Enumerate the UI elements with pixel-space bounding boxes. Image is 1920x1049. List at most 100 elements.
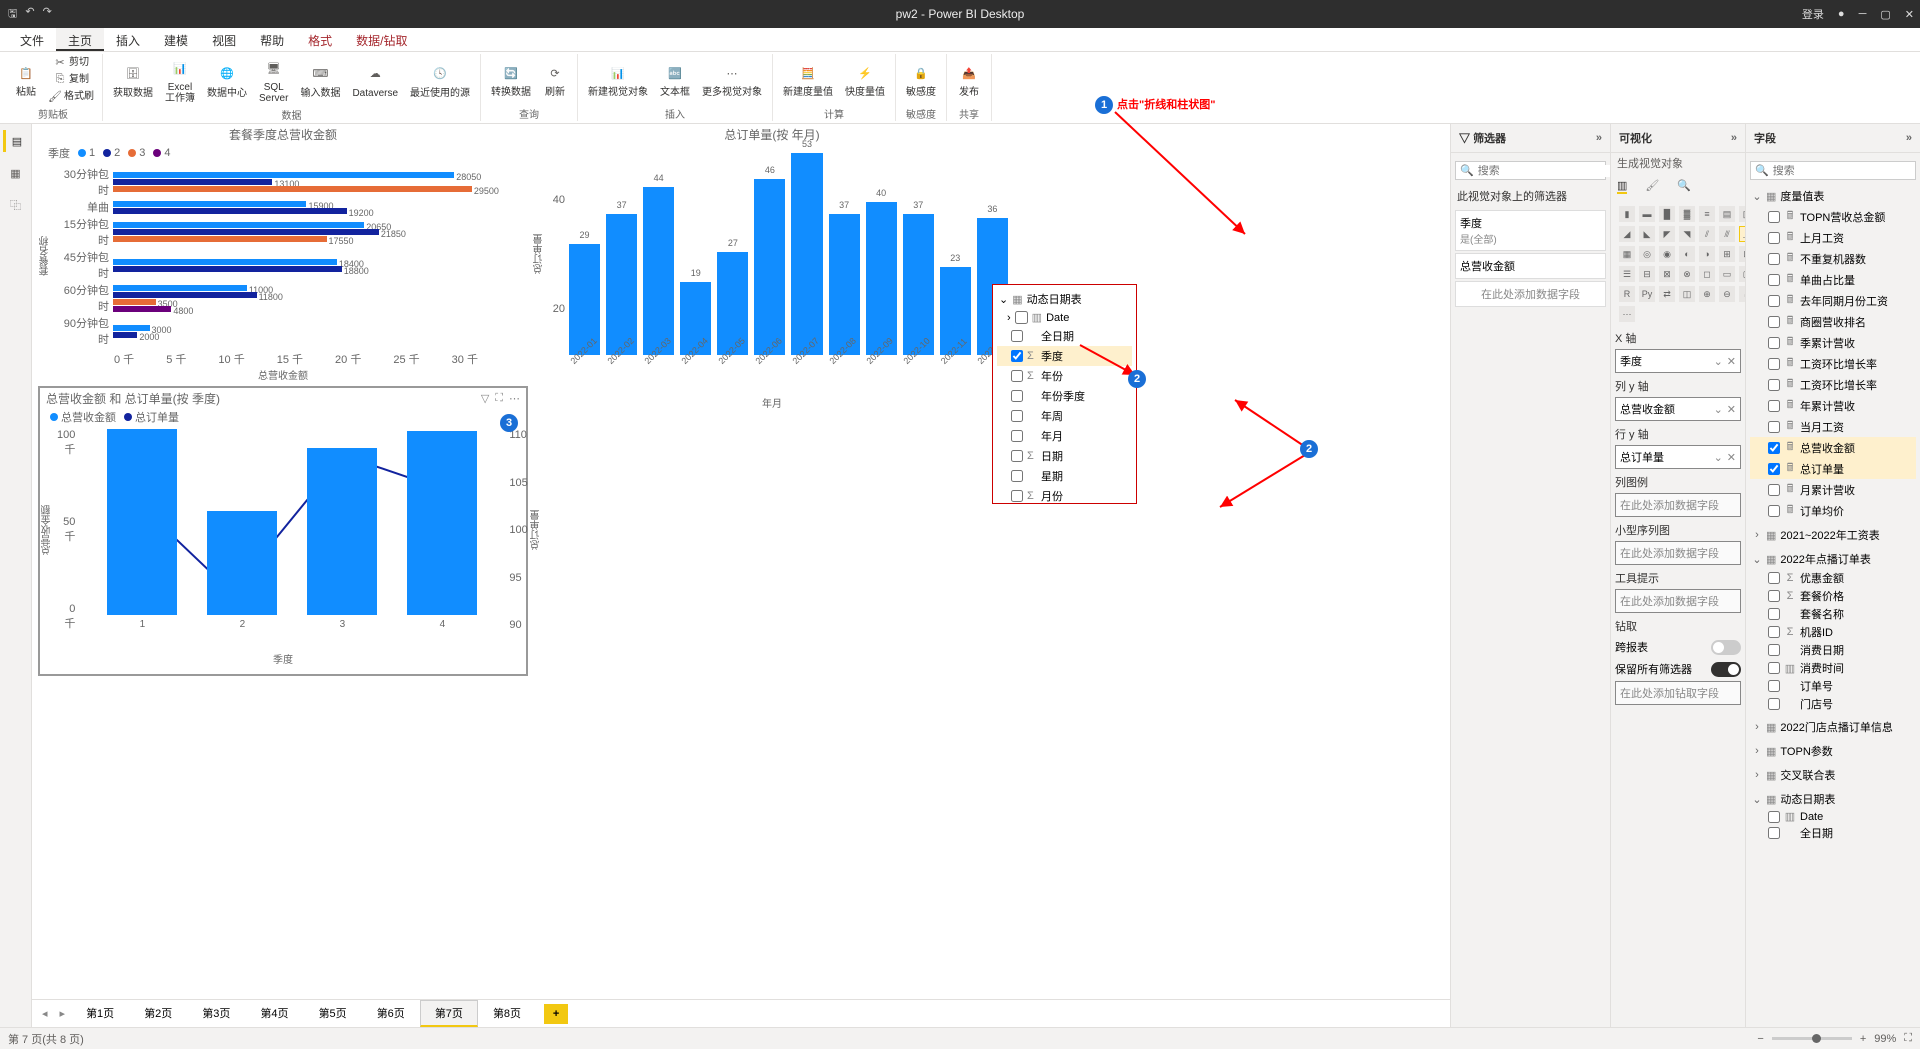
- field-item[interactable]: 🖩总订单量: [1750, 458, 1916, 479]
- filter-card[interactable]: 总营收金额: [1455, 253, 1606, 279]
- menu-model[interactable]: 建模: [152, 28, 200, 51]
- field-item[interactable]: Σ机器ID: [1750, 623, 1916, 641]
- paste-button[interactable]: 📋粘贴: [10, 59, 42, 100]
- filter-card[interactable]: 季度 是(全部): [1455, 210, 1606, 251]
- viz-type-12[interactable]: ⫻: [1719, 226, 1735, 242]
- page-tab[interactable]: 第2页: [129, 1000, 187, 1027]
- data-view-icon[interactable]: ▦: [5, 162, 27, 184]
- bar[interactable]: 192022-04: [680, 282, 711, 355]
- ribbon-输入数据[interactable]: ⌨输入数据: [296, 60, 344, 101]
- bar[interactable]: 532022-07: [791, 153, 822, 355]
- user-icon[interactable]: ●: [1838, 8, 1845, 20]
- well-x[interactable]: 季度⌄✕: [1615, 349, 1741, 373]
- viz-type-32[interactable]: ⊕: [1699, 286, 1715, 302]
- maximize-icon[interactable]: ▢: [1880, 8, 1890, 21]
- viz-type-3[interactable]: ▓: [1679, 206, 1695, 222]
- well-drill[interactable]: 在此处添加钻取字段: [1615, 681, 1741, 705]
- cross-report-toggle[interactable]: [1711, 640, 1741, 655]
- viz-type-25[interactable]: ◻: [1699, 266, 1715, 282]
- page-tab[interactable]: 第4页: [245, 1000, 303, 1027]
- zoom-in-icon[interactable]: +: [1860, 1033, 1866, 1045]
- well-y2[interactable]: 总订单量⌄✕: [1615, 445, 1741, 469]
- add-page-button[interactable]: +: [544, 1004, 568, 1024]
- page-tab[interactable]: 第5页: [304, 1000, 362, 1027]
- page-tab[interactable]: 第1页: [71, 1000, 129, 1027]
- page-tab[interactable]: 第6页: [362, 1000, 420, 1027]
- popup-field[interactable]: 年份季度: [997, 386, 1132, 406]
- ribbon-新建视觉对象[interactable]: 📊新建视觉对象: [584, 59, 652, 100]
- ribbon-更多视觉对象[interactable]: ⋯更多视觉对象: [698, 59, 766, 100]
- bar[interactable]: 442022-03: [643, 187, 674, 355]
- field-item[interactable]: 🖩单曲占比量: [1750, 269, 1916, 290]
- bar[interactable]: 462022-06: [754, 179, 785, 355]
- viz-type-11[interactable]: ⫽: [1699, 226, 1715, 242]
- analytics-tab-icon[interactable]: 🔍: [1677, 179, 1691, 194]
- fields-search[interactable]: 🔍: [1750, 161, 1916, 180]
- table-header[interactable]: ›▦交叉联合表: [1750, 765, 1916, 785]
- well-small[interactable]: 在此处添加数据字段: [1615, 541, 1741, 565]
- ribbon-Dataverse[interactable]: ☁Dataverse: [348, 60, 402, 101]
- popup-field[interactable]: Σ月份: [997, 486, 1132, 506]
- ribbon-SQLServer[interactable]: 🖥SQL Server: [255, 54, 292, 106]
- field-item[interactable]: 套餐名称: [1750, 605, 1916, 623]
- minimize-icon[interactable]: ─: [1859, 8, 1867, 20]
- bar[interactable]: 1: [107, 429, 177, 615]
- field-item[interactable]: Σ套餐价格: [1750, 587, 1916, 605]
- page-tab[interactable]: 第7页: [420, 1000, 478, 1027]
- field-item[interactable]: ▥消费时间: [1750, 659, 1916, 677]
- remove-icon[interactable]: ✕: [1727, 403, 1736, 416]
- field-item[interactable]: 订单号: [1750, 677, 1916, 695]
- expand-icon[interactable]: ⌄: [999, 293, 1008, 306]
- filter-dropzone[interactable]: 在此处添加数据字段: [1455, 281, 1606, 307]
- collapse-icon[interactable]: »: [1906, 132, 1912, 144]
- field-item[interactable]: 🖩年累计营收: [1750, 395, 1916, 416]
- login-link[interactable]: 登录: [1802, 6, 1824, 22]
- menu-view[interactable]: 视图: [200, 28, 248, 51]
- viz-type-10[interactable]: ◥: [1679, 226, 1695, 242]
- viz-type-19[interactable]: ⊞: [1719, 246, 1735, 262]
- ribbon-发布[interactable]: 📤发布: [953, 59, 985, 100]
- viz-type-18[interactable]: ◑: [1699, 246, 1715, 262]
- ribbon-刷新[interactable]: ⟳刷新: [539, 59, 571, 100]
- ribbon-快度量值[interactable]: ⚡快度量值: [841, 59, 889, 100]
- field-item[interactable]: 🖩商圈营收排名: [1750, 311, 1916, 332]
- bar[interactable]: 402022-09: [866, 202, 897, 355]
- viz-type-21[interactable]: ☰: [1619, 266, 1635, 282]
- model-view-icon[interactable]: ⿻: [5, 194, 27, 216]
- bar[interactable]: 2: [207, 511, 277, 616]
- field-item[interactable]: 🖩去年同期月份工资: [1750, 290, 1916, 311]
- viz-type-9[interactable]: ◤: [1659, 226, 1675, 242]
- menu-insert[interactable]: 插入: [104, 28, 152, 51]
- table-header[interactable]: ›▦2021~2022年工资表: [1750, 525, 1916, 545]
- cut-button[interactable]: ✂剪切: [46, 55, 96, 71]
- format-painter-button[interactable]: 🖌格式刷: [46, 89, 96, 105]
- report-view-icon[interactable]: ▤: [3, 130, 25, 152]
- viz-type-7[interactable]: ◢: [1619, 226, 1635, 242]
- viz-type-29[interactable]: Py: [1639, 286, 1655, 302]
- build-tab-icon[interactable]: ▥: [1617, 179, 1627, 194]
- viz-type-33[interactable]: ⊖: [1719, 286, 1735, 302]
- viz-type-16[interactable]: ◉: [1659, 246, 1675, 262]
- ribbon-Excel工作簿[interactable]: 📊Excel 工作簿: [161, 54, 199, 106]
- collapse-icon[interactable]: »: [1731, 132, 1737, 144]
- well-legend[interactable]: 在此处添加数据字段: [1615, 493, 1741, 517]
- page-tab[interactable]: 第8页: [478, 1000, 536, 1027]
- field-item[interactable]: 门店号: [1750, 695, 1916, 713]
- filters-search[interactable]: 🔍: [1455, 161, 1606, 180]
- table-header[interactable]: ›▦2022门店点播订单信息: [1750, 717, 1916, 737]
- ribbon-转换数据[interactable]: 🔄转换数据: [487, 59, 535, 100]
- expand-icon[interactable]: ›: [1007, 312, 1011, 324]
- field-item[interactable]: ▥Date: [1750, 809, 1916, 824]
- prev-page-icon[interactable]: ◂: [36, 1003, 54, 1024]
- remove-icon[interactable]: ✕: [1727, 355, 1736, 368]
- menu-format[interactable]: 格式: [296, 28, 344, 51]
- close-icon[interactable]: ✕: [1905, 8, 1914, 21]
- bar[interactable]: 292022-01: [569, 244, 600, 355]
- ribbon-数据中心[interactable]: 🌐数据中心: [203, 60, 251, 101]
- field-item[interactable]: 🖩当月工资: [1750, 416, 1916, 437]
- ribbon-获取数据[interactable]: 🗄获取数据: [109, 60, 157, 101]
- vis-column[interactable]: 总订单量(按 年月) 总订单量 40 20 292022-01372022-02…: [532, 124, 1012, 384]
- viz-type-26[interactable]: ▭: [1719, 266, 1735, 282]
- field-item[interactable]: 全日期: [1750, 824, 1916, 842]
- chevron-down-icon[interactable]: ⌄: [1714, 451, 1723, 464]
